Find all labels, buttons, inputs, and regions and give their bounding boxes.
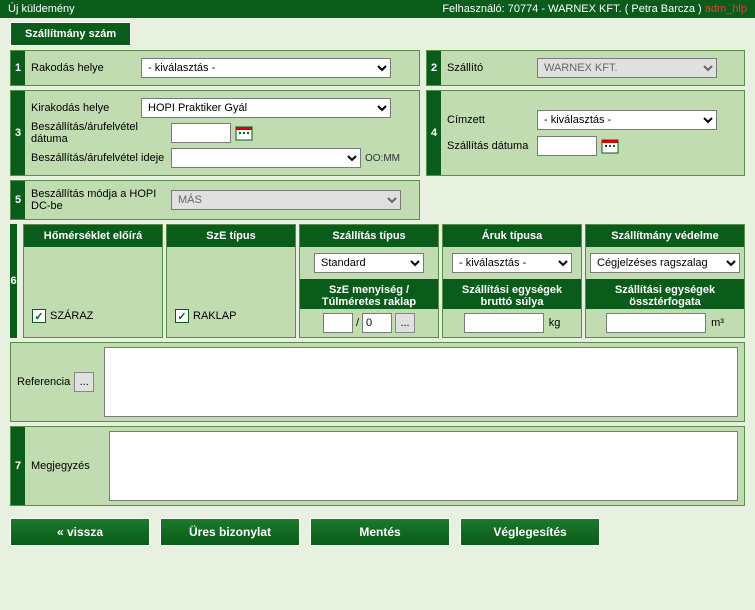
col-temperature: Hőmérséklet előírá SZÁRAZ — [23, 224, 163, 338]
comment-label: Megjegyzés — [31, 460, 101, 472]
pallet-checkbox[interactable]: RAKLAP — [175, 309, 236, 323]
protection-head: Szállítmány védelme — [586, 225, 744, 247]
gross-weight-head: Szállítási egységek bruttó súlya — [443, 279, 581, 309]
unload-place-label: Kirakodás helye — [31, 102, 141, 114]
panel-number-6: 6 — [10, 224, 17, 338]
panel-delivery-mode: 5 Beszállítás módja a HOPI DC-be MÁS — [10, 180, 420, 220]
sze-qty-2-input[interactable] — [362, 313, 392, 333]
header-bar: Új küldemény Felhasználó: 70774 - WARNEX… — [0, 0, 755, 18]
panel-number-1: 1 — [11, 51, 25, 85]
col-protection: Szállítmány védelme Cégjelzéses ragszala… — [585, 224, 745, 338]
dry-label: SZÁRAZ — [50, 310, 93, 322]
volume-unit: m³ — [711, 317, 724, 329]
carrier-select[interactable]: WARNEX KFT. — [537, 58, 717, 78]
delivery-date-input[interactable] — [171, 123, 231, 143]
page-title: Új küldemény — [8, 3, 75, 15]
ship-date-label: Szállítás dátuma — [447, 140, 537, 152]
panel-unloading: 3 Kirakodás helye HOPI Praktiker Gyál Be… — [10, 90, 420, 176]
delivery-time-select[interactable] — [171, 148, 361, 168]
col-goods-type: Áruk típusa - kiválasztás - Szállítási e… — [442, 224, 582, 338]
toolbar: Szállítmány szám — [10, 22, 755, 46]
panel-reference: Referencia ... — [10, 342, 745, 422]
delivery-date-label: Beszállítás/árufelvétel dátuma — [31, 121, 171, 145]
panel-number-3: 3 — [11, 91, 25, 175]
delivery-mode-select[interactable]: MÁS — [171, 190, 401, 210]
calendar-icon[interactable] — [235, 124, 253, 142]
sze-qty-more-button[interactable]: ... — [395, 313, 415, 333]
comment-textarea[interactable] — [109, 431, 738, 501]
sze-qty-1-input[interactable] — [323, 313, 353, 333]
panel-number-4: 4 — [427, 91, 441, 175]
calendar-icon[interactable] — [601, 137, 619, 155]
footer: « vissza Üres bizonylat Mentés Véglegesí… — [0, 510, 755, 556]
delivery-mode-label: Beszállítás módja a HOPI DC-be — [31, 188, 171, 212]
panel-comment: 7 Megjegyzés — [10, 426, 745, 506]
goods-type-head: Áruk típusa — [443, 225, 581, 247]
panel-carrier: 2 Szállító WARNEX KFT. — [426, 50, 745, 86]
col-ship-type: Szállítás típus Standard SzE menyiség / … — [299, 224, 439, 338]
sze-type-head: SzE típus — [167, 225, 295, 247]
delivery-time-label: Beszállítás/árufelvétel ideje — [31, 152, 171, 164]
volume-input[interactable] — [606, 313, 706, 333]
reference-textarea[interactable] — [104, 347, 738, 417]
checkbox-icon — [32, 309, 46, 323]
unload-place-select[interactable]: HOPI Praktiker Gyál — [141, 98, 391, 118]
finalize-button[interactable]: Véglegesítés — [460, 518, 600, 546]
loading-place-select[interactable]: - kiválasztás - — [141, 58, 391, 78]
gross-weight-input[interactable] — [464, 313, 544, 333]
dry-checkbox[interactable]: SZÁRAZ — [32, 309, 93, 323]
protection-select[interactable]: Cégjelzéses ragszalag — [590, 253, 740, 273]
col-sze-type: SzE típus RAKLAP — [166, 224, 296, 338]
temperature-head: Hőmérséklet előírá — [24, 225, 162, 247]
shipment-number-tab[interactable]: Szállítmány szám — [10, 22, 131, 46]
ship-type-select[interactable]: Standard — [314, 253, 424, 273]
blank-form-button[interactable]: Üres bizonylat — [160, 518, 300, 546]
save-button[interactable]: Mentés — [310, 518, 450, 546]
checkbox-icon — [175, 309, 189, 323]
user-role: adm_hlp — [705, 3, 747, 15]
carrier-label: Szállító — [447, 62, 537, 74]
panel-recipient: 4 Címzett - kiválasztás - Szállítás dátu… — [426, 90, 745, 176]
pallet-label: RAKLAP — [193, 310, 236, 322]
user-info: Felhasználó: 70774 - WARNEX KFT. ( Petra… — [442, 3, 747, 15]
ship-type-head: Szállítás típus — [300, 225, 438, 247]
volume-head: Szállítási egységek össztérfogata — [586, 279, 744, 309]
weight-unit: kg — [549, 317, 561, 329]
panel-number-5: 5 — [11, 181, 25, 219]
time-format-hint: OO:MM — [365, 153, 400, 164]
sze-qty-head: SzE menyiség / Túlméretes raklap — [300, 279, 438, 309]
reference-more-button[interactable]: ... — [74, 372, 94, 392]
reference-label: Referencia — [17, 376, 70, 388]
recipient-select[interactable]: - kiválasztás - — [537, 110, 717, 130]
ship-date-input[interactable] — [537, 136, 597, 156]
panel-number-2: 2 — [427, 51, 441, 85]
loading-place-label: Rakodás helye — [31, 62, 141, 74]
panel-loading-place: 1 Rakodás helye - kiválasztás - — [10, 50, 420, 86]
recipient-label: Címzett — [447, 114, 537, 126]
back-button[interactable]: « vissza — [10, 518, 150, 546]
panel-number-7: 7 — [11, 427, 25, 505]
goods-type-select[interactable]: - kiválasztás - — [452, 253, 572, 273]
